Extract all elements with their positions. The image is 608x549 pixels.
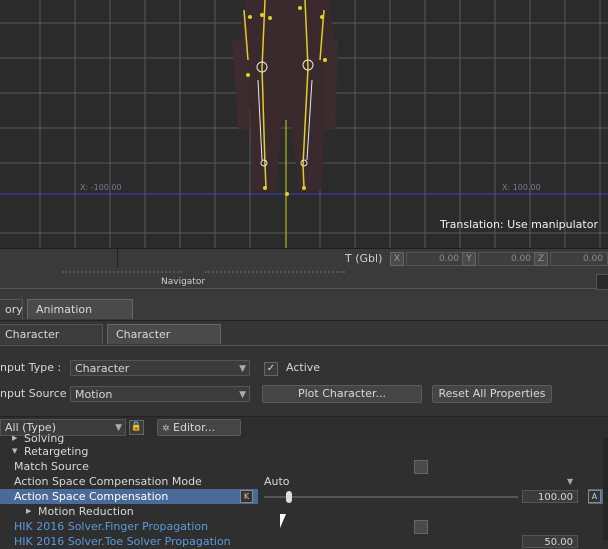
- divider: [117, 249, 118, 269]
- character-tab-row: Character Definition Character Settings: [0, 321, 608, 360]
- drag-grip[interactable]: [62, 271, 182, 275]
- collapse-icon[interactable]: ▶: [12, 434, 17, 442]
- retargeting-label: Retargeting: [24, 445, 89, 458]
- property-list[interactable]: ▶ Solving ▼ Retargeting Match Source Act…: [0, 432, 608, 548]
- navigator-bar: Navigator: [0, 268, 608, 296]
- chevron-down-icon: ▼: [239, 390, 246, 400]
- input-source-label: nput Source :: [0, 387, 74, 400]
- chevron-down-icon: ▼: [239, 364, 246, 374]
- navigator-title: Navigator: [161, 277, 206, 287]
- input-type-dropdown[interactable]: Character ▼: [70, 360, 250, 376]
- match-source-label: Match Source: [14, 460, 89, 473]
- plot-character-button[interactable]: Plot Character...: [262, 385, 422, 403]
- asc-value-field[interactable]: 100.00: [522, 490, 578, 503]
- tab-animation-trigger[interactable]: Animation Trigger: [27, 299, 133, 335]
- drag-grip[interactable]: [205, 271, 345, 275]
- reset-all-properties-button[interactable]: Reset All Properties: [432, 385, 552, 403]
- manipulator-status: Translation: Use manipulator: [440, 218, 598, 231]
- asc-slider-knob[interactable]: [286, 491, 293, 503]
- hik-finger-label: HIK 2016 Solver.Finger Propagation: [14, 520, 209, 533]
- active-label: Active: [286, 361, 321, 374]
- input-type-label: nput Type :: [0, 361, 62, 374]
- character-model: [232, 0, 338, 196]
- list-item[interactable]: HIK 2016 Solver.Finger Propagation: [0, 519, 604, 534]
- input-type-value: Character: [75, 362, 130, 375]
- asc-slider-track[interactable]: [264, 496, 518, 498]
- x-axis-toggle[interactable]: X: [390, 252, 404, 266]
- coord-left-label: X: -100.00: [80, 183, 122, 192]
- key-toggle[interactable]: K: [240, 490, 253, 503]
- list-item[interactable]: ▼ Retargeting: [0, 444, 604, 459]
- y-axis-toggle[interactable]: Y: [462, 252, 476, 266]
- input-source-value: Motion: [75, 388, 113, 401]
- y-value-field[interactable]: 0.00: [478, 252, 536, 266]
- active-checkbox[interactable]: ✓: [264, 362, 278, 376]
- character-settings-panel: nput Type : Character ▼ ✓ Active nput So…: [0, 346, 608, 416]
- chevron-down-icon[interactable]: ▼: [567, 477, 573, 486]
- hik-toe-value[interactable]: 50.00: [522, 535, 578, 548]
- hik-finger-checkbox[interactable]: [414, 520, 428, 534]
- match-source-checkbox[interactable]: [414, 460, 428, 474]
- motion-reduction-label: Motion Reduction: [38, 505, 134, 518]
- x-value-field[interactable]: 0.00: [406, 252, 464, 266]
- panel-toggle[interactable]: [596, 274, 608, 290]
- top-tab-row: ory Animation Trigger: [0, 296, 608, 335]
- list-item-selected[interactable]: Action Space Compensation K 100.00 A: [0, 489, 604, 504]
- list-item[interactable]: Action Space Compensation Mode Auto ▼: [0, 474, 604, 489]
- transform-label: T (Gbl): [345, 252, 383, 265]
- hik-toe-label: HIK 2016 Solver.Toe Solver Propagation: [14, 535, 231, 548]
- tab-history[interactable]: ory: [0, 299, 23, 319]
- property-list-scrollbar[interactable]: [603, 438, 608, 540]
- asc-label: Action Space Compensation: [14, 490, 169, 503]
- asc-mode-label: Action Space Compensation Mode: [14, 475, 202, 488]
- z-value-field[interactable]: 0.00: [550, 252, 608, 266]
- divider: [0, 288, 608, 289]
- list-item[interactable]: HIK 2016 Solver.Toe Solver Propagation 5…: [0, 534, 604, 549]
- animate-toggle[interactable]: A: [588, 490, 601, 503]
- coord-right-label: X: 100.00: [502, 183, 541, 192]
- asc-mode-value[interactable]: Auto: [264, 475, 290, 488]
- transform-bar: T (Gbl) X 0.00 Y 0.00 Z 0.00: [0, 248, 608, 269]
- input-source-dropdown[interactable]: Motion ▼: [70, 386, 250, 402]
- 3d-viewport[interactable]: X: -100.00 X: 100.00 Translation: Use ma…: [0, 0, 608, 248]
- z-axis-toggle[interactable]: Z: [534, 252, 548, 266]
- mouse-cursor: [280, 514, 286, 528]
- tab-character-settings[interactable]: Character Settings: [107, 324, 221, 360]
- tab-character-definition[interactable]: Character Definition: [0, 324, 103, 360]
- expand-icon[interactable]: ▼: [12, 447, 17, 455]
- list-item[interactable]: ▶ Motion Reduction: [0, 504, 604, 519]
- viewport-grid: [0, 0, 608, 248]
- list-item[interactable]: Match Source: [0, 459, 604, 474]
- collapse-icon[interactable]: ▶: [26, 507, 31, 515]
